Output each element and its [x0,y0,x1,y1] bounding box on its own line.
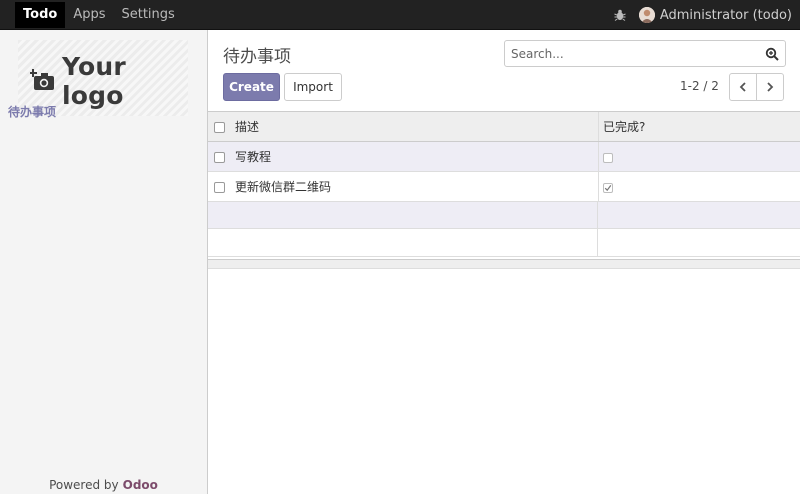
done-checkbox-checked [603,183,613,193]
username: Administrator (todo) [659,7,792,23]
column-divider [597,202,598,228]
import-button[interactable]: Import [284,73,342,101]
column-header-done[interactable]: 已完成? [598,112,645,141]
list-header: 描述 已完成? [208,111,800,142]
user-menu[interactable]: Administrator (todo) [638,7,792,23]
logo-text: Your logo [62,52,126,110]
main-content: 待办事项 Create Import 1-2 / 2 描述 已完成? [208,30,800,494]
logo-content: Your logo [29,52,188,110]
pager-previous-button[interactable] [729,73,757,101]
pager-value[interactable]: 1-2 / 2 [680,79,719,93]
powered-by-text: Powered by [49,478,119,492]
top-right-menu: Administrator (todo) [613,0,792,30]
task-description: 更新微信群二维码 [235,180,332,194]
page-title: 待办事项 [223,47,291,67]
task-description: 写教程 [235,150,272,164]
powered-by: Powered by Odoo [0,478,207,492]
done-checkbox [603,153,613,163]
top-menu-settings[interactable]: Settings [113,2,182,28]
row-select-checkbox[interactable] [214,182,225,193]
table-row[interactable]: 写教程 [208,142,800,172]
column-header-description[interactable]: 描述 [235,112,259,142]
user-avatar [638,7,655,23]
search-input[interactable] [505,41,755,66]
create-button[interactable]: Create [223,73,280,101]
top-menu-apps[interactable]: Apps [65,2,113,28]
search-box[interactable] [504,40,786,67]
odoo-link[interactable]: Odoo [123,478,158,492]
sidebar: Your logo 待办事项 Powered by Odoo [0,30,208,494]
top-menu: Todo Apps Settings [15,2,183,28]
select-all-checkbox[interactable] [214,122,225,133]
row-select-checkbox[interactable] [214,152,225,163]
column-divider [597,229,598,256]
camera-plus-icon [29,68,56,95]
empty-row [208,229,800,257]
task-done-cell [598,172,613,201]
search-icon[interactable] [765,47,779,61]
table-row[interactable]: 更新微信群二维码 [208,172,800,202]
sidebar-item-todo[interactable]: 待办事项 [8,103,56,120]
top-menu-todo[interactable]: Todo [15,2,66,28]
list-footer [208,259,800,269]
todo-list: 描述 已完成? 写教程 更新微信群二维码 [208,111,800,257]
empty-row [208,202,800,229]
bug-icon[interactable] [613,8,627,22]
pager-next-button[interactable] [756,73,784,101]
top-navbar: Todo Apps Settings Administrator (todo) [0,0,800,30]
task-done-cell [598,142,613,171]
